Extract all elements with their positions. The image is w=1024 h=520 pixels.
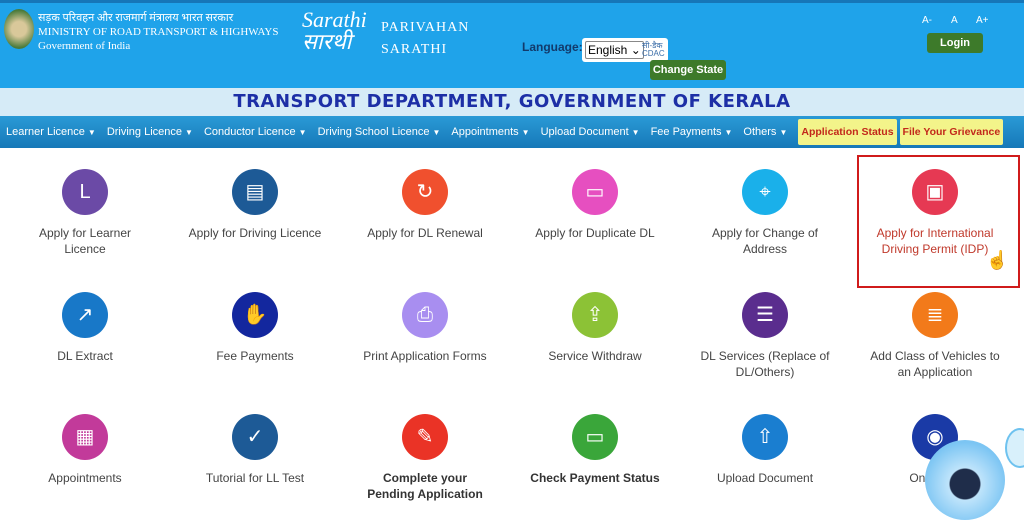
service-label: DL Extract <box>57 349 113 363</box>
ministry-english: MINISTRY OF ROAD TRANSPORT & HIGHWAYS <box>38 26 279 38</box>
brand-line-1: PARIVAHAN <box>381 20 470 35</box>
renewal-icon: ↻ <box>402 169 448 215</box>
nav-item[interactable]: Fee Payments ▼ <box>651 126 733 138</box>
service-tile[interactable]: ↻ Apply for DL Renewal <box>340 169 510 241</box>
service-label: Print Application Forms <box>363 349 487 363</box>
site-header: सड़क परिवहन और राजमार्ग मंत्रालय भारत सर… <box>0 0 1024 88</box>
brand-line-2: SARATHI <box>381 42 448 57</box>
clipboard-pending-icon: ✎ <box>402 414 448 460</box>
nav-highlight-button[interactable]: File Your Grievance <box>899 119 1004 145</box>
map-pin-icon: ⌖ <box>742 169 788 215</box>
main-nav: Learner Licence ▼ Driving Licence ▼ Conducto… <box>0 116 1024 148</box>
language-label: Language: <box>522 40 583 54</box>
service-label: Add Class of Vehicles to an Application <box>870 349 1000 379</box>
service-tile[interactable]: ⇧ Upload Document <box>680 414 850 486</box>
service-tile[interactable]: ▤ Apply for Driving Licence <box>170 169 340 241</box>
service-tile[interactable]: ▭ Check Payment Status <box>510 414 680 486</box>
service-tile[interactable]: ✓ Tutorial for LL Test <box>170 414 340 486</box>
nav-item[interactable]: Others ▼ <box>743 126 787 138</box>
chevron-down-icon: ⌄ <box>630 43 641 57</box>
nav-item[interactable]: Driving School Licence ▼ <box>318 126 441 138</box>
caret-down-icon: ▼ <box>724 128 733 137</box>
nav-highlight-button[interactable]: Application Status <box>798 119 897 145</box>
service-label: Complete your Pending Application <box>367 471 483 501</box>
service-tile[interactable]: ☰ DL Services (Replace of DL/Others) <box>680 292 850 380</box>
nav-item[interactable]: Learner Licence ▼ <box>6 126 96 138</box>
service-tile[interactable]: ⇪ Service Withdraw <box>510 292 680 364</box>
clipboard-check-icon: ✓ <box>232 414 278 460</box>
id-card-icon: ▤ <box>232 169 278 215</box>
service-label: Apply for DL Renewal <box>367 226 483 240</box>
language-box: English ⌄ सी-डैक CDAC <box>582 38 668 62</box>
nav-item-label: Upload Document <box>540 126 629 138</box>
profile-card-icon: ☰ <box>742 292 788 338</box>
ministry-hindi: सड़क परिवहन और राजमार्ग मंत्रालय भारत सर… <box>38 12 234 24</box>
nav-item-label: Appointments <box>451 126 519 138</box>
nav-item[interactable]: Driving Licence ▼ <box>107 126 193 138</box>
nav-item-label: Driving School Licence <box>317 126 430 138</box>
change-state-button[interactable]: Change State <box>650 60 726 80</box>
national-emblem-logo <box>4 9 34 49</box>
brand-name: PARIVAHAN SARATHI <box>381 17 469 61</box>
payment-hand-icon: ✋ <box>232 292 278 338</box>
nav-item[interactable]: Upload Document ▼ <box>541 126 640 138</box>
service-label: Check Payment Status <box>530 471 660 485</box>
service-label: Appointments <box>48 471 122 485</box>
hand-cursor-icon: ☝ <box>986 250 1009 270</box>
service-tile[interactable]: ✋ Fee Payments <box>170 292 340 364</box>
caret-down-icon: ▼ <box>185 128 193 137</box>
nav-item-label: Driving Licence <box>106 126 183 138</box>
service-label: Upload Document <box>716 471 814 485</box>
font-decrease-button[interactable]: A- <box>922 15 932 26</box>
service-label: Fee Payments <box>216 349 294 363</box>
service-tile[interactable]: ▭ Apply for Duplicate DL <box>510 169 680 241</box>
service-tile[interactable]: ✎ Complete your Pending Application <box>340 414 510 502</box>
language-select[interactable]: English ⌄ <box>585 41 644 59</box>
learner-l-icon: L <box>62 169 108 215</box>
sarathi-logo[interactable]: Sarathi सारथी <box>302 9 374 53</box>
upload-icon: ⇧ <box>742 414 788 460</box>
upload-tray-icon: ⇪ <box>572 292 618 338</box>
share-icon: ↗ <box>62 292 108 338</box>
nav-item-label: Learner Licence <box>6 126 85 138</box>
printer-icon: ⎙ <box>402 292 448 338</box>
login-button[interactable]: Login <box>927 33 983 53</box>
cdac-logo: सी-डैक CDAC <box>642 41 665 58</box>
service-label: Tutorial for LL Test <box>205 471 305 485</box>
service-tile[interactable]: ⎙ Print Application Forms <box>340 292 510 364</box>
service-tile[interactable]: ⌖ Apply for Change of Address <box>680 169 850 257</box>
nav-item-label: Conductor Licence <box>203 126 296 138</box>
service-label: Apply for Learner Licence <box>38 226 132 256</box>
font-increase-button[interactable]: A+ <box>976 15 989 26</box>
government-of-india: Government of India <box>38 40 131 52</box>
nav-item[interactable]: Appointments ▼ <box>451 126 529 138</box>
chatbot-icon[interactable] <box>925 440 1005 520</box>
service-tile[interactable]: ≣ Add Class of Vehicles to an Application <box>850 292 1020 380</box>
payment-card-icon: ▭ <box>572 414 618 460</box>
nav-item-label: Others <box>743 126 777 138</box>
service-tile[interactable]: ▦ Appointments <box>0 414 170 486</box>
caret-down-icon: ▼ <box>432 128 441 137</box>
language-value: English <box>588 43 628 57</box>
service-tile[interactable]: ↗ DL Extract <box>0 292 170 364</box>
caret-down-icon: ▼ <box>779 128 788 137</box>
service-label: Service Withdraw <box>548 349 642 363</box>
page-title: TRANSPORT DEPARTMENT, GOVERNMENT OF KERA… <box>0 88 1024 116</box>
ministry-block: सड़क परिवहन और राजमार्ग मंत्रालय भारत सर… <box>38 11 278 53</box>
service-label: Apply for Duplicate DL <box>535 226 655 240</box>
caret-down-icon: ▼ <box>298 128 307 137</box>
service-tile[interactable]: L Apply for Learner Licence <box>0 169 170 257</box>
list-form-icon: ≣ <box>912 292 958 338</box>
font-normal-button[interactable]: A <box>951 15 958 26</box>
caret-down-icon: ▼ <box>631 128 640 137</box>
duplicate-card-icon: ▭ <box>572 169 618 215</box>
service-label: Apply for Driving Licence <box>188 226 322 240</box>
nav-item-label: Fee Payments <box>650 126 722 138</box>
caret-down-icon: ▼ <box>521 128 530 137</box>
calendar-icon: ▦ <box>62 414 108 460</box>
service-label: DL Services (Replace of DL/Others) <box>700 349 830 379</box>
nav-item[interactable]: Conductor Licence ▼ <box>204 126 307 138</box>
service-label: Apply for Change of Address <box>711 226 819 256</box>
caret-down-icon: ▼ <box>87 128 96 137</box>
